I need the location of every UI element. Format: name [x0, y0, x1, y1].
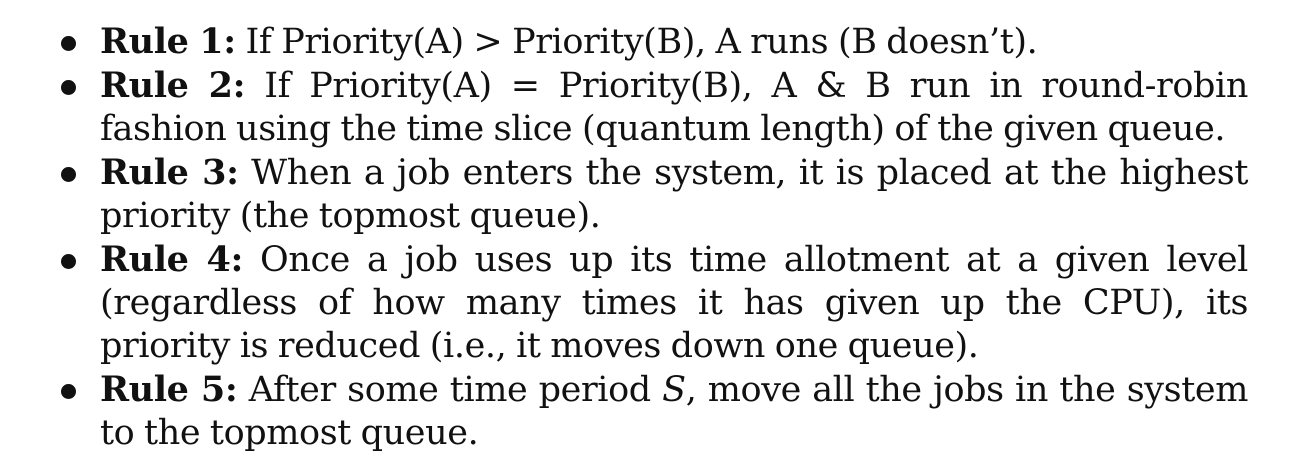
rule-label: Rule 1: [100, 21, 236, 62]
bullet-icon [61, 254, 76, 269]
rule-2: Rule 2: If Priority(A) = Priority(B), A … [58, 64, 1248, 151]
rule-label: Rule 5: [100, 369, 238, 410]
rule-5: Rule 5: After some time period S, move a… [58, 368, 1248, 455]
rule-text-before: After some time period [248, 370, 652, 410]
rule-text: Once a job uses up its time allotment at… [100, 240, 1248, 366]
rule-3: Rule 3: When a job enters the system, it… [58, 151, 1248, 238]
rule-label: Rule 3: [100, 152, 239, 193]
time-period-variable: S [662, 370, 686, 410]
bullet-icon [61, 36, 76, 51]
rule-1: Rule 1: If Priority(A) > Priority(B), A … [58, 20, 1248, 64]
rule-4: Rule 4: Once a job uses up its time allo… [58, 238, 1248, 368]
rule-label: Rule 4: [100, 239, 244, 280]
bullet-icon [61, 167, 76, 182]
bullet-icon [61, 80, 76, 95]
bullet-icon [61, 384, 76, 399]
rule-label: Rule 2: [100, 65, 246, 106]
rule-text: When a job enters the system, it is plac… [100, 153, 1248, 236]
rules-list: Rule 1: If Priority(A) > Priority(B), A … [58, 20, 1248, 455]
rule-text: If Priority(A) = Priority(B), A & B run … [100, 66, 1248, 149]
rule-text: If Priority(A) > Priority(B), A runs (B … [245, 22, 1038, 62]
